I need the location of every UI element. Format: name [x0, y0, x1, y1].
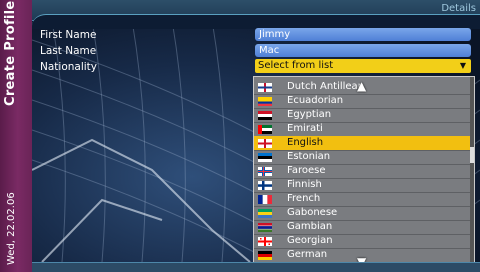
first-name-label: First Name: [40, 29, 97, 41]
sidebar: Create Profile Wed, 22.02.06: [0, 0, 32, 272]
bottom-bar: [32, 262, 480, 272]
gabon-flag-icon: [258, 209, 272, 218]
nationality-label: Nationality: [40, 61, 98, 73]
nationality-option[interactable]: Georgian: [254, 234, 472, 249]
nationality-select-value: Select from list: [258, 60, 334, 71]
nationality-option-label: Gambian: [287, 221, 333, 232]
top-bar: Details: [32, 0, 480, 29]
france-flag-icon: [258, 195, 272, 204]
dutch-antillean-flag-icon: [258, 83, 272, 92]
nationality-option-label: Georgian: [287, 235, 333, 246]
scroll-up-icon[interactable]: ▲: [357, 79, 366, 93]
dropdown-arrow-icon[interactable]: ▼: [460, 59, 466, 73]
nationality-option-label: Egyptian: [287, 109, 332, 120]
nationality-option-label: Emirati: [287, 123, 323, 134]
nationality-option-label: Gabonese: [287, 207, 338, 218]
nationality-option-label: Ecuadorian: [287, 95, 344, 106]
first-name-field[interactable]: Jimmy: [255, 28, 471, 41]
nationality-option-label: English: [287, 137, 324, 148]
nationality-option[interactable]: Emirati: [254, 122, 472, 137]
nationality-select[interactable]: Select from list ▼: [255, 59, 471, 73]
nationality-option[interactable]: Faroese: [254, 164, 472, 179]
egypt-flag-icon: [258, 111, 272, 120]
ecuador-flag-icon: [258, 97, 272, 106]
nationality-option[interactable]: English: [254, 136, 472, 151]
faroe-flag-icon: [258, 167, 272, 176]
sidebar-title: Create Profile: [3, 0, 18, 106]
nationality-option-label: French: [287, 193, 321, 204]
nationality-option-label: Finnish: [287, 179, 322, 190]
scrollbar[interactable]: [470, 77, 474, 270]
last-name-field[interactable]: Mac: [255, 44, 471, 57]
nationality-option[interactable]: Egyptian: [254, 108, 472, 123]
nationality-option[interactable]: Gabonese: [254, 206, 472, 221]
screen: Details Create Profile Wed, 22.02.06 Fir…: [0, 0, 480, 272]
gambia-flag-icon: [258, 223, 272, 232]
nationality-option[interactable]: Gambian: [254, 220, 472, 235]
top-bar-curve: [32, 14, 480, 29]
last-name-label: Last Name: [40, 45, 97, 57]
georgia-flag-icon: [258, 237, 272, 246]
finland-flag-icon: [258, 181, 272, 190]
nationality-option-label: Estonian: [287, 151, 331, 162]
nationality-option[interactable]: Ecuadorian: [254, 94, 472, 109]
nationality-option[interactable]: Estonian: [254, 150, 472, 165]
estonia-flag-icon: [258, 153, 272, 162]
nationality-option-label: Faroese: [287, 165, 326, 176]
nationality-option[interactable]: Finnish: [254, 178, 472, 193]
scrollbar-thumb[interactable]: [470, 147, 474, 163]
sidebar-date: Wed, 22.02.06: [6, 192, 17, 265]
nationality-option-label: German: [287, 249, 328, 260]
uae-flag-icon: [258, 125, 272, 134]
nationality-option-label: Dutch Antillean: [287, 81, 365, 92]
england-flag-icon: [258, 139, 272, 148]
nationality-dropdown-list[interactable]: Dutch Antillean Ecuadorian Egyptian Emirati…: [253, 76, 475, 271]
germany-flag-icon: [258, 251, 272, 260]
nationality-option[interactable]: French: [254, 192, 472, 207]
details-tab[interactable]: Details: [441, 3, 476, 14]
